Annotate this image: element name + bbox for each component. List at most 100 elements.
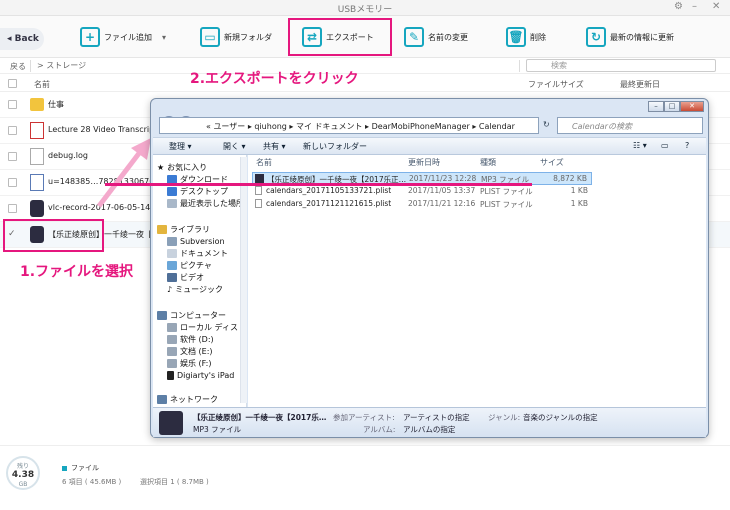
window-title: USBメモリー	[337, 5, 393, 15]
file-name: calendars_20171105133721.plist	[266, 186, 392, 195]
row-checkbox[interactable]	[8, 126, 17, 135]
disk-label: 残り	[16, 463, 29, 470]
nav-local-disk[interactable]: ローカル ディス	[167, 321, 238, 333]
video-file-icon	[30, 200, 44, 217]
nav-subversion[interactable]: Subversion	[167, 235, 225, 247]
organize-menu[interactable]: 整理 ▾	[169, 141, 192, 152]
settings-icon[interactable]: ⚙	[674, 1, 683, 12]
help-icon[interactable]: ?	[685, 141, 689, 150]
nav-libraries[interactable]: ライブラリ	[157, 223, 210, 235]
close-button[interactable]: ✕	[712, 1, 720, 12]
details-genre-label: ジャンル:	[488, 413, 521, 422]
column-size[interactable]: ファイルサイズ	[528, 79, 584, 90]
nav-label: ピクチャ	[180, 260, 212, 270]
refresh-button[interactable]: ↻ 最新の情報に更新	[586, 24, 674, 50]
nav-label: ドキュメント	[180, 248, 228, 258]
selection-underline	[105, 183, 532, 186]
file-date: 2017/11/21 12:16	[408, 199, 476, 208]
add-file-button[interactable]: + ファイル追加 ▾	[80, 24, 166, 50]
header-size[interactable]: サイズ	[540, 157, 564, 168]
row-checkbox[interactable]	[8, 204, 17, 213]
nav-music[interactable]: ♪ ミュージック	[167, 283, 223, 295]
item-count: 6 項目 ( 45.6MB )	[62, 478, 122, 486]
nav-pictures[interactable]: ピクチャ	[167, 259, 212, 271]
nav-videos[interactable]: ビデオ	[167, 271, 204, 283]
recent-places-icon	[167, 198, 177, 208]
details-genre[interactable]: 音楽のジャンルの指定	[523, 412, 598, 423]
nav-drive-e[interactable]: 文档 (E:)	[167, 345, 213, 357]
file-row[interactable]: calendars_20171121121615.plist 2017/11/2…	[252, 198, 592, 211]
details-album[interactable]: アルバムの指定	[403, 424, 455, 435]
nav-label: ローカル ディス	[180, 322, 238, 332]
column-name[interactable]: 名前	[34, 79, 50, 90]
desktop-icon	[167, 186, 177, 196]
new-folder-icon: ▭	[200, 27, 220, 47]
explorer-search-input[interactable]: Calendarの検索	[557, 117, 703, 134]
nav-label: コンピューター	[170, 310, 226, 320]
item-name: debug.log	[48, 151, 88, 160]
plist-file-icon	[255, 199, 262, 208]
explorer-address-bar[interactable]: « ユーザー ▸ qiuhong ▸ マイ ドキュメント ▸ DearMobiP…	[159, 117, 539, 134]
minimize-button[interactable]: –	[692, 1, 697, 12]
nav-network[interactable]: ネットワーク	[157, 393, 218, 405]
address-bar: 戻る > ストレージ 検索	[0, 58, 730, 74]
library-icon	[157, 224, 167, 234]
open-menu[interactable]: 開く ▾	[223, 141, 246, 152]
details-album-label: アルバム:	[363, 425, 396, 434]
select-all-checkbox[interactable]	[8, 79, 17, 88]
nav-scrollbar[interactable]	[240, 157, 247, 403]
nav-desktop[interactable]: デスクトップ	[167, 185, 228, 197]
nav-favorites[interactable]: ★ お気に入り	[157, 161, 207, 173]
file-date: 2017/11/23 12:28	[409, 174, 477, 183]
nav-recent[interactable]: 最近表示した場所	[167, 197, 244, 209]
rename-button[interactable]: ✎ 名前の変更	[404, 24, 468, 50]
nav-label: ライブラリ	[170, 224, 210, 234]
mp3-file-icon	[255, 174, 264, 183]
nav-drive-f[interactable]: 娱乐 (F:)	[167, 357, 211, 369]
preview-pane-icon[interactable]: ▭	[661, 141, 669, 150]
back-link[interactable]: 戻る	[10, 61, 26, 72]
new-folder-command[interactable]: 新しいフォルダー	[303, 141, 367, 152]
details-artist[interactable]: アーティストの指定	[403, 412, 470, 423]
nav-drive-d[interactable]: 软件 (D:)	[167, 333, 214, 345]
new-folder-label: 新規フォルダ	[224, 32, 272, 42]
header-date[interactable]: 更新日時	[408, 157, 440, 168]
nav-computer[interactable]: コンピューター	[157, 309, 226, 321]
delete-label: 削除	[530, 32, 546, 42]
row-checkbox[interactable]	[8, 178, 17, 187]
back-arrow-icon: ◂	[7, 34, 15, 44]
explorer-caption: – □ ✕	[153, 101, 706, 113]
back-label: Back	[14, 34, 39, 44]
new-folder-button[interactable]: ▭ 新規フォルダ	[200, 24, 272, 50]
explorer-maximize-button[interactable]: □	[664, 101, 680, 112]
step1-annotation: 1.ファイルを選択	[20, 264, 134, 280]
chevron-down-icon[interactable]: ▾	[162, 33, 166, 42]
header-type[interactable]: 種類	[480, 157, 496, 168]
share-menu[interactable]: 共有 ▾	[263, 141, 286, 152]
nav-label: ネットワーク	[170, 394, 218, 404]
explorer-minimize-button[interactable]: –	[648, 101, 664, 112]
column-modified[interactable]: 最終更新日	[620, 79, 660, 90]
file-row[interactable]: calendars_20171105133721.plist 2017/11/0…	[252, 185, 592, 198]
nav-label: デスクトップ	[180, 186, 228, 196]
explorer-file-list: 名前 更新日時 種類 サイズ 【乐正绫原创】一千绫一夜【2017乐正… 2017…	[248, 155, 706, 407]
document-icon	[30, 148, 44, 165]
row-checkbox[interactable]	[8, 100, 17, 109]
refresh-icon[interactable]: ↻	[543, 120, 550, 129]
header-name[interactable]: 名前	[256, 157, 272, 168]
back-button[interactable]: ◂ Back	[0, 28, 44, 50]
file-type: PLIST ファイル	[480, 187, 533, 196]
disk-unit: GB	[18, 481, 28, 488]
explorer-close-button[interactable]: ✕	[680, 101, 704, 112]
nav-ipad[interactable]: Digiarty's iPad	[167, 369, 234, 381]
nav-documents[interactable]: ドキュメント	[167, 247, 228, 259]
refresh-icon: ↻	[586, 27, 606, 47]
view-options-icon[interactable]: ☷ ▾	[633, 141, 647, 150]
search-input[interactable]: 検索	[526, 59, 716, 72]
nav-label: 软件 (D:)	[180, 334, 214, 344]
drive-icon	[167, 346, 177, 356]
nav-label: 最近表示した場所	[180, 198, 244, 208]
file-size: 8,872 KB	[553, 174, 587, 183]
row-checkbox[interactable]	[8, 152, 17, 161]
delete-button[interactable]: 🗑 削除	[506, 24, 546, 50]
